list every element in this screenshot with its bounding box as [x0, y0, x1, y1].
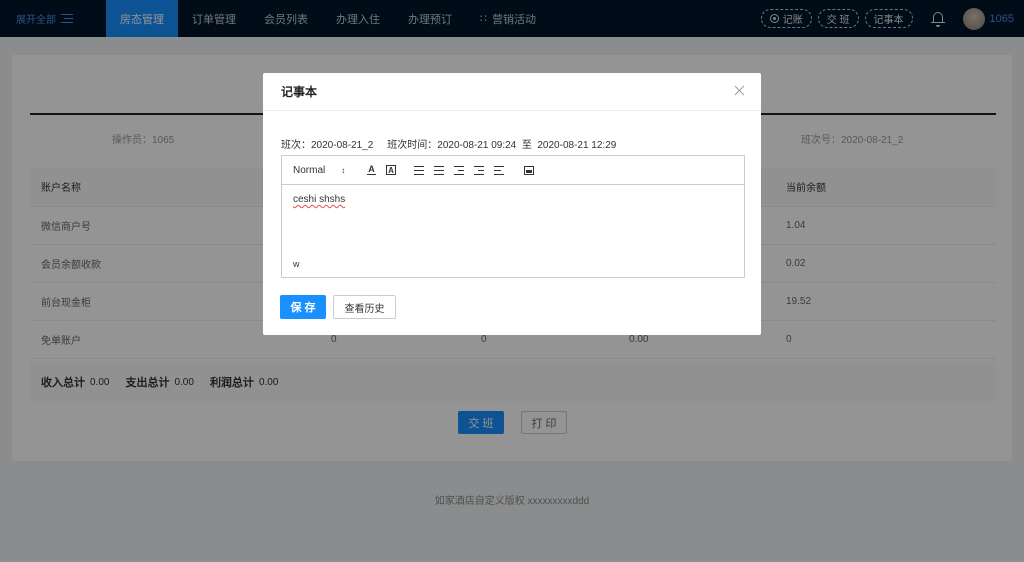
- image-icon[interactable]: [524, 165, 534, 175]
- align-icon[interactable]: [494, 165, 504, 176]
- background-color-icon[interactable]: A: [386, 165, 396, 175]
- bullet-list-icon[interactable]: [434, 165, 444, 176]
- editor-text-line2: w: [293, 259, 300, 269]
- shift-to: 至: [521, 140, 532, 151]
- indent-icon[interactable]: [474, 165, 484, 176]
- editor-content[interactable]: ceshi shshs w: [282, 185, 744, 278]
- shift-label: 班次：2020-08-21_2: [281, 140, 374, 151]
- save-button[interactable]: 保 存: [280, 295, 326, 319]
- shift-info: 班次：2020-08-21_2 班次时间：2020-08-21 09:24 至 2…: [281, 136, 616, 151]
- format-select[interactable]: Normal ↕: [293, 165, 367, 176]
- updown-icon: ↕: [341, 165, 346, 175]
- outdent-icon[interactable]: [454, 165, 464, 176]
- shift-time: 班次时间：2020-08-21 09:24: [387, 140, 517, 151]
- editor-text-line1: ceshi shshs: [293, 194, 346, 205]
- font-color-icon[interactable]: A: [367, 165, 376, 175]
- modal-title: 记事本: [263, 73, 761, 111]
- ordered-list-icon[interactable]: [414, 165, 424, 176]
- notebook-modal: 记事本 班次：2020-08-21_2 班次时间：2020-08-21 09:24…: [263, 73, 761, 335]
- editor-toolbar: Normal ↕ A A: [282, 156, 744, 185]
- rich-text-editor: Normal ↕ A A ceshi shshs w: [281, 155, 745, 278]
- format-select-value: Normal: [293, 164, 326, 176]
- view-history-button[interactable]: 查看历史: [333, 295, 396, 319]
- shift-end: 2020-08-21 12:29: [537, 140, 617, 151]
- close-icon[interactable]: [733, 84, 747, 98]
